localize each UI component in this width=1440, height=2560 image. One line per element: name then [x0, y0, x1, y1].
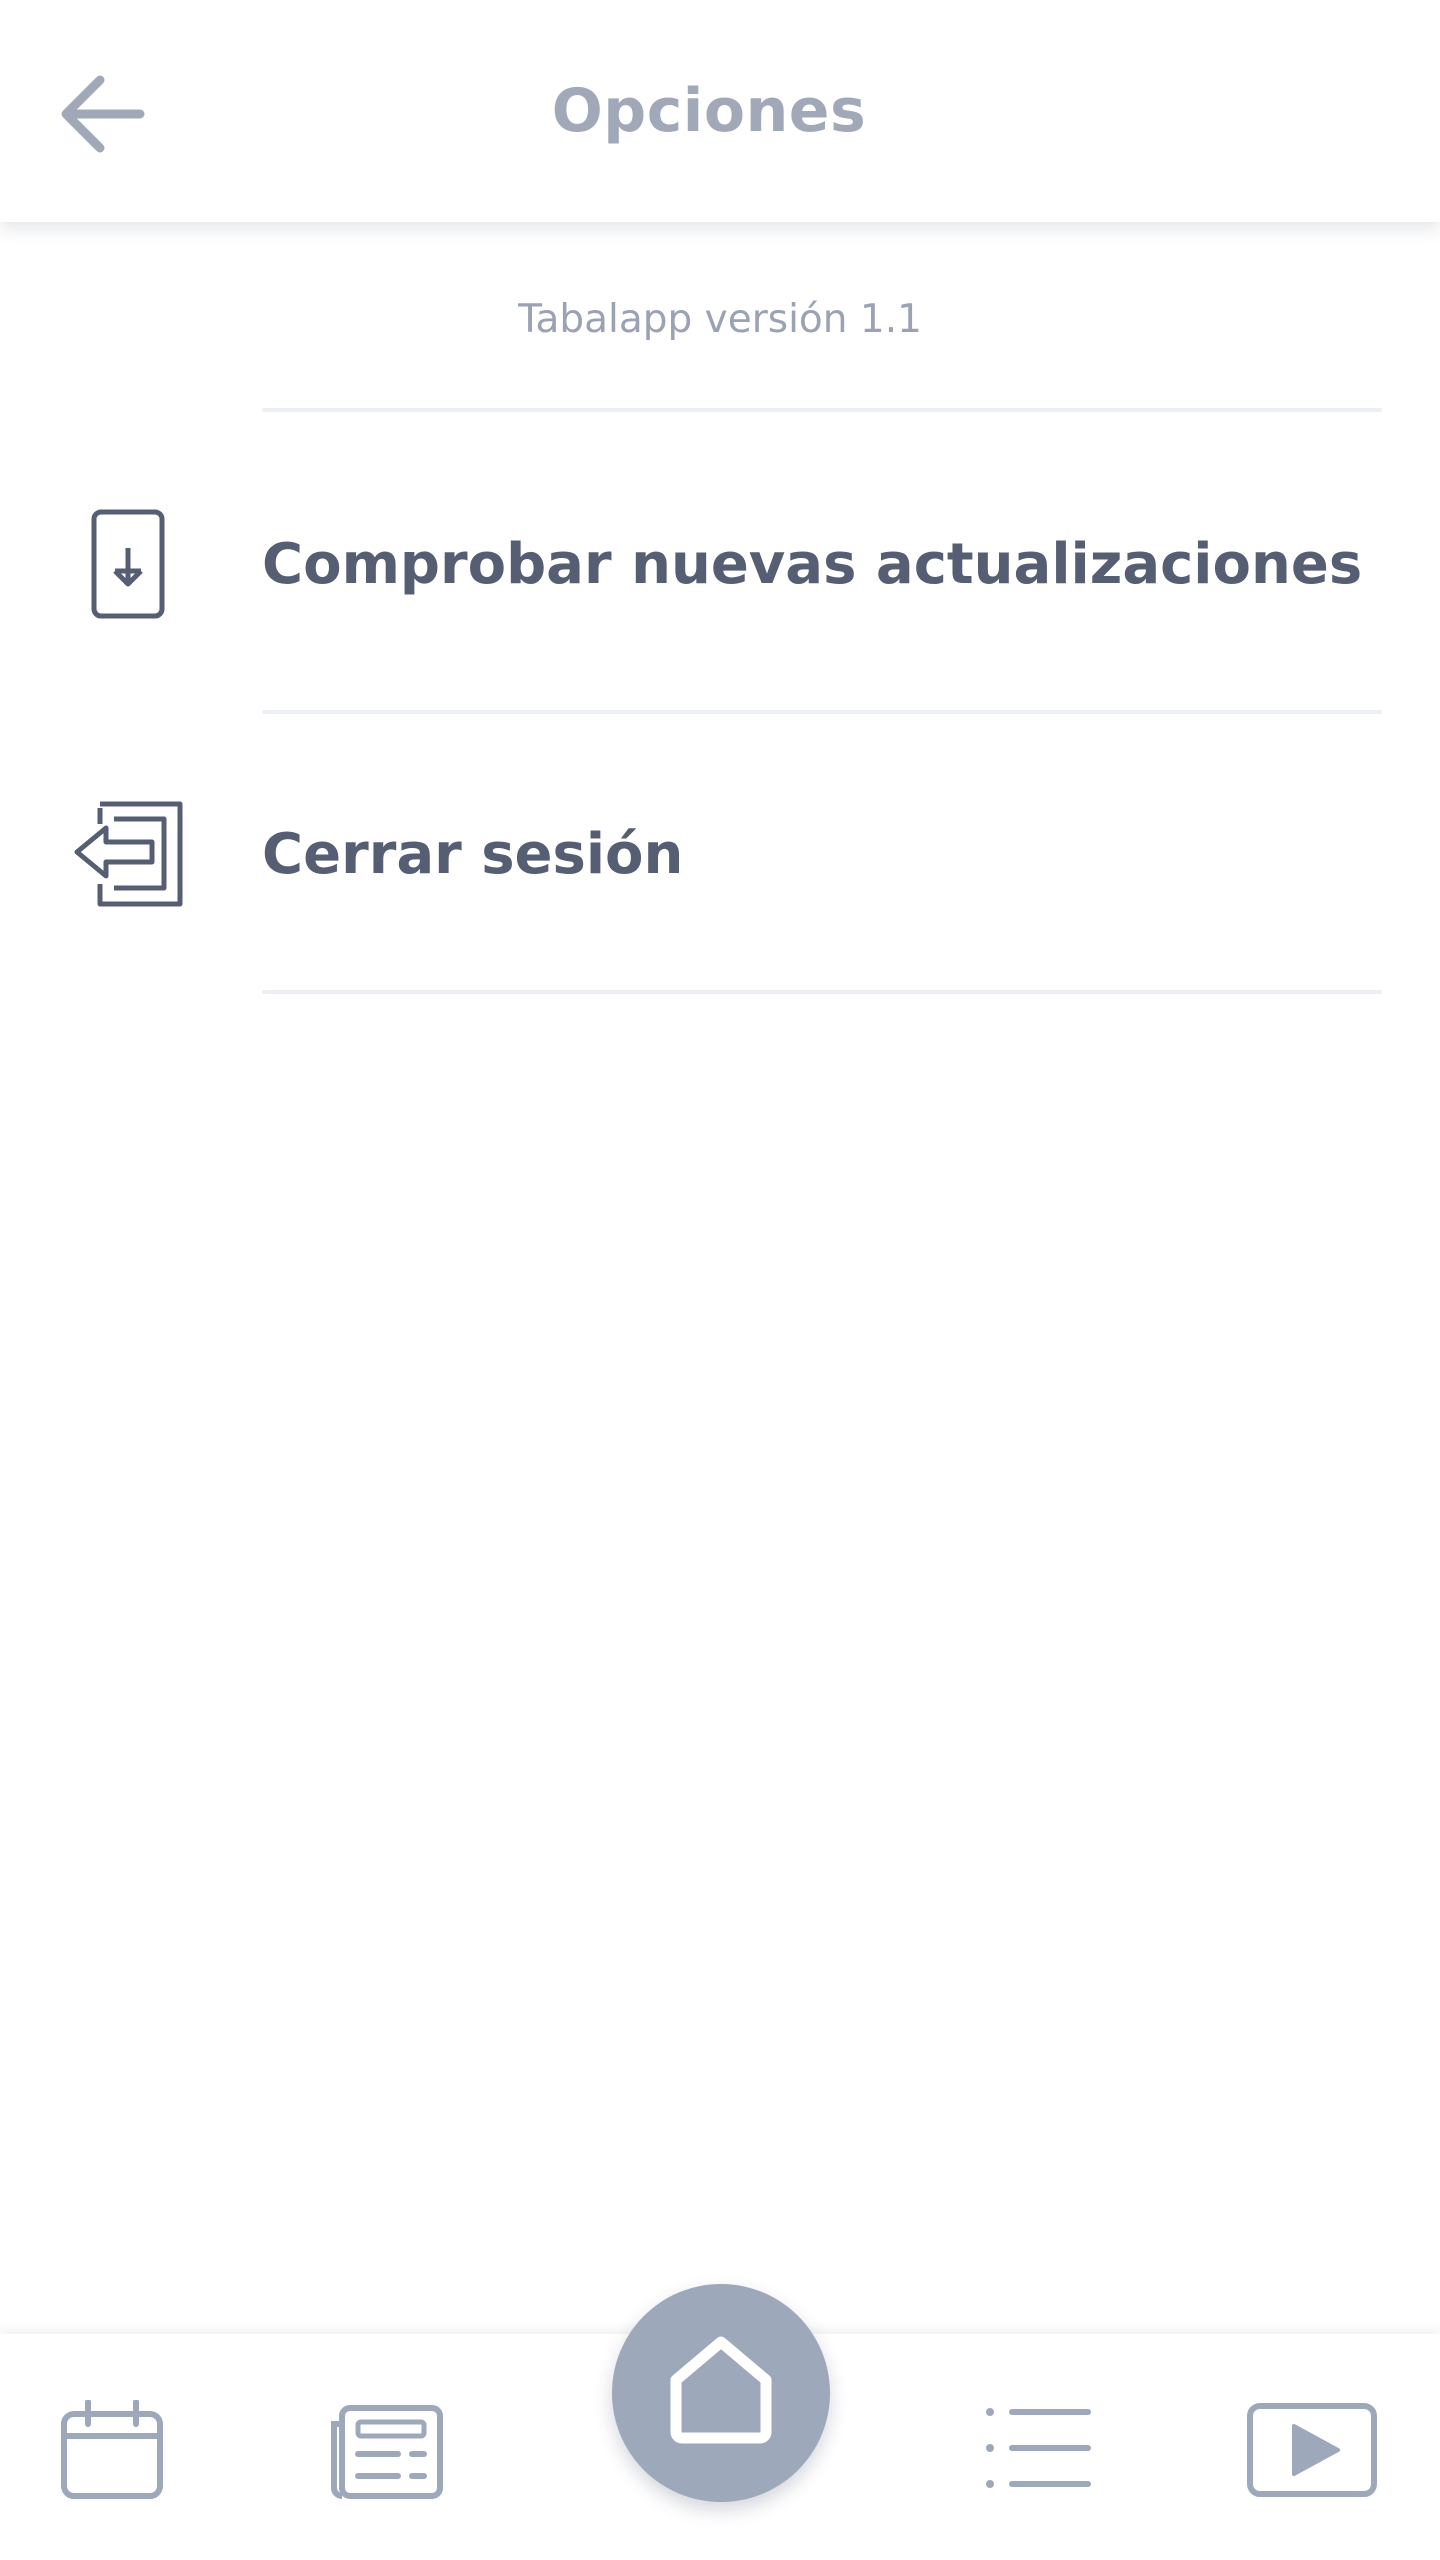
- nav-home-button[interactable]: [612, 2284, 830, 2502]
- logout-item[interactable]: Cerrar sesión: [0, 740, 1440, 990]
- calendar-icon: [61, 2400, 163, 2499]
- app-version-text: Tabalapp versión 1.1: [518, 297, 922, 342]
- list-icon: [986, 2408, 1091, 2488]
- check-updates-item[interactable]: Comprobar nuevas actualizaciones: [0, 460, 1440, 710]
- nav-list[interactable]: [984, 2406, 1092, 2492]
- home-icon: [670, 2336, 772, 2444]
- divider: [262, 408, 1382, 412]
- divider: [262, 710, 1382, 714]
- video-icon: [1247, 2403, 1377, 2497]
- divider: [262, 990, 1382, 994]
- check-updates-label: Comprobar nuevas actualizaciones: [262, 532, 1363, 597]
- nav-video[interactable]: [1246, 2402, 1378, 2498]
- logout-icon: [72, 796, 188, 912]
- nav-calendar[interactable]: [60, 2400, 164, 2500]
- news-icon: [331, 2405, 443, 2499]
- download-update-icon: [90, 508, 166, 620]
- logout-label: Cerrar sesión: [262, 822, 684, 887]
- nav-news[interactable]: [328, 2404, 444, 2500]
- top-app-bar: Opciones: [0, 0, 1440, 222]
- page-title: Opciones: [551, 76, 867, 146]
